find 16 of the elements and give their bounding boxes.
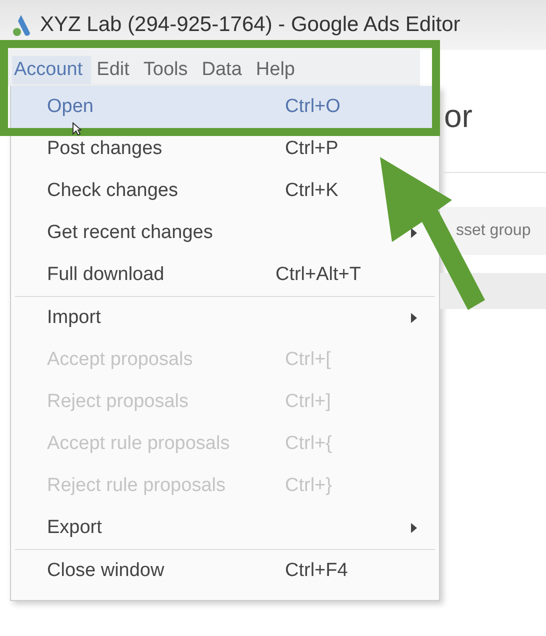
menu-item[interactable]: Export — [11, 507, 361, 549]
logo-icon — [12, 13, 32, 37]
menu-item[interactable]: Import — [11, 297, 361, 339]
menu-bar-item[interactable]: Help — [254, 56, 303, 84]
cursor-icon — [72, 122, 82, 136]
menu-bar-item[interactable]: Account — [12, 56, 91, 84]
window-title: XYZ Lab (294-925-1764) - Google Ads Editor — [40, 13, 460, 37]
menu-item[interactable]: Get recent changes — [11, 212, 361, 254]
menu-bar-item[interactable]: Tools — [141, 56, 196, 84]
menu-bar-item[interactable]: Data — [200, 56, 250, 84]
page-heading: or — [443, 98, 474, 136]
menu-item[interactable]: Close window Ctrl+F4 — [11, 550, 361, 592]
menu-item[interactable]: Check changes Ctrl+K — [11, 170, 361, 212]
tab-label[interactable]: sset group — [456, 222, 531, 240]
menu-bar-item[interactable]: Edit — [94, 56, 138, 84]
menu-item[interactable]: Full download Ctrl+Alt+T — [11, 254, 361, 296]
